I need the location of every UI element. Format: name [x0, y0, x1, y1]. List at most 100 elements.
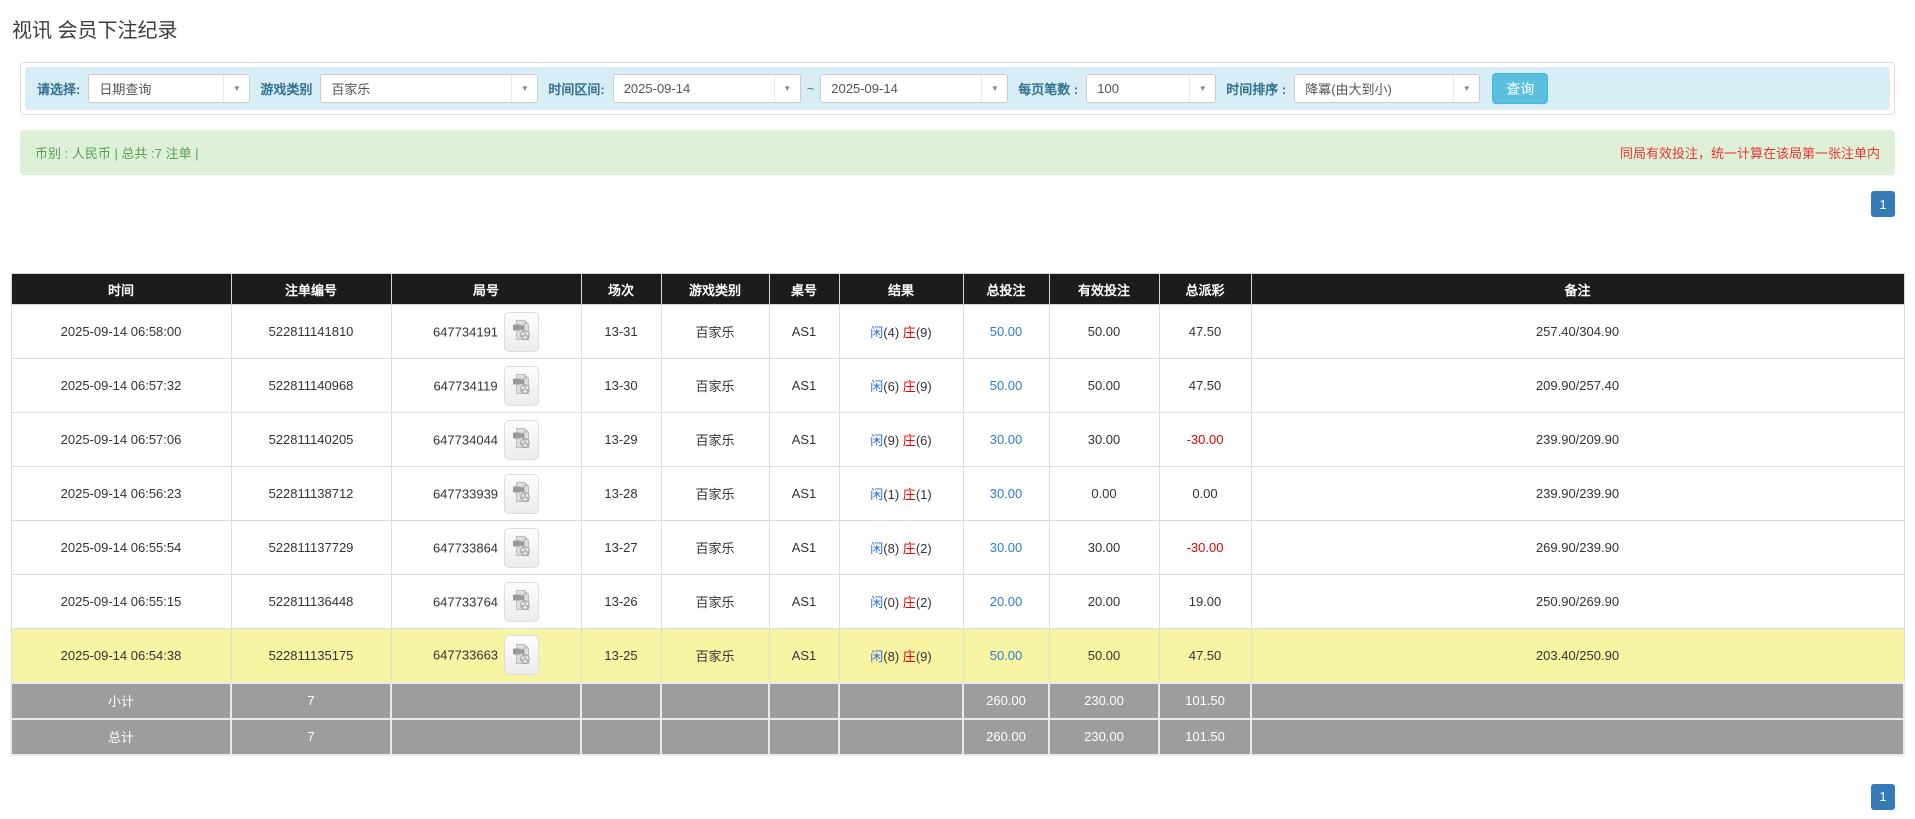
chevron-down-icon[interactable]: ▼: [511, 75, 538, 102]
column-header: 总投注: [962, 273, 1050, 305]
page-size-select[interactable]: 100 ▼: [1086, 74, 1217, 103]
totals-total-bet: 260.00: [962, 681, 1050, 720]
cell-round: 647734191: [390, 304, 582, 359]
cell-game-type: 百家乐: [660, 574, 770, 629]
totals-valid-bet: 230.00: [1048, 717, 1160, 756]
bet-records-table: 时间 注单编号 局号 场次 游戏类别 桌号 结果 总投注 有效投注 总派彩 备注 2025-09-1…: [10, 273, 1905, 756]
payout-value: 47.50: [1188, 647, 1222, 663]
totals-payout: 101.50: [1158, 681, 1252, 720]
totals-result: [838, 681, 964, 720]
totals-round: [390, 717, 582, 756]
video-replay-icon: [512, 319, 531, 344]
video-replay-button[interactable]: [503, 365, 539, 406]
chevron-down-icon[interactable]: ▼: [1453, 75, 1480, 102]
chevron-down-icon[interactable]: ▼: [1189, 75, 1216, 102]
totals-note: [1250, 717, 1905, 756]
search-button[interactable]: 查询: [1492, 73, 1549, 104]
totals-session: [580, 717, 662, 756]
video-replay-button[interactable]: [504, 527, 540, 568]
cell-bet-id: 522811138712: [230, 466, 392, 521]
round-number: 647733663: [432, 647, 499, 663]
total-bet-link[interactable]: 50.00: [990, 378, 1023, 393]
date-to-value: 2025-09-14: [831, 81, 898, 96]
valid-bet-notice-text: 同局有效投注，统一计算在该局第一张注单内: [1619, 146, 1880, 161]
total-bet-link[interactable]: 30.00: [990, 540, 1023, 555]
chevron-down-icon[interactable]: ▼: [773, 75, 800, 102]
cell-valid-bet: 0.00: [1048, 466, 1160, 521]
round-number: 647733764: [432, 594, 499, 609]
total-bet-link[interactable]: 30.00: [990, 486, 1023, 501]
cell-valid-bet: 30.00: [1048, 412, 1160, 467]
cell-game-type: 百家乐: [660, 412, 770, 467]
totals-count: 7: [230, 681, 392, 720]
cell-note: 269.90/239.90: [1250, 520, 1905, 575]
totals-label: 小计: [10, 681, 232, 720]
query-type-select[interactable]: 日期查询 ▼: [88, 74, 251, 103]
cell-result: 闲(4) 庄(9): [838, 304, 964, 359]
cell-game-type: 百家乐: [660, 304, 770, 359]
video-replay-button[interactable]: [504, 419, 540, 460]
cell-payout: 47.50: [1158, 304, 1252, 359]
page-1-button[interactable]: 1: [1871, 191, 1895, 217]
cell-table-number: AS1: [768, 466, 840, 521]
result-banker-label: 庄: [902, 648, 916, 664]
video-replay-button[interactable]: [504, 635, 540, 676]
video-replay-icon: [512, 643, 531, 668]
video-replay-icon: [512, 373, 531, 398]
page-size-value: 100: [1097, 81, 1119, 96]
filter-bar: 请选择: 日期查询 ▼ 游戏类别 百家乐 ▼ 时间区间: 2025-09-14 …: [25, 67, 1890, 110]
total-bet-link[interactable]: 50.00: [990, 648, 1023, 663]
cell-note: 239.90/209.90: [1250, 412, 1905, 467]
cell-time: 2025-09-14 06:56:23: [10, 466, 232, 521]
cell-valid-bet: 20.00: [1048, 574, 1160, 629]
totals-table: [768, 681, 840, 720]
cell-total-bet: 20.00: [962, 574, 1050, 629]
date-to-select[interactable]: 2025-09-14 ▼: [820, 74, 1009, 103]
game-type-select[interactable]: 百家乐 ▼: [320, 74, 539, 103]
chevron-down-icon[interactable]: ▼: [223, 75, 250, 102]
cell-session: 13-25: [580, 628, 662, 683]
chevron-down-icon[interactable]: ▼: [981, 75, 1008, 102]
date-range-label: 时间区间:: [548, 82, 605, 97]
table-row: 2025-09-14 06:58:00 522811141810 647734191…: [10, 304, 1905, 359]
total-bet-link[interactable]: 50.00: [990, 324, 1023, 339]
cell-time: 2025-09-14 06:54:38: [10, 628, 232, 683]
totals-total-bet: 260.00: [962, 717, 1050, 756]
page-1-button[interactable]: 1: [1871, 783, 1895, 810]
cell-game-type: 百家乐: [660, 520, 770, 575]
payout-value: 47.50: [1188, 378, 1222, 393]
video-replay-button[interactable]: [504, 581, 540, 622]
cell-total-bet: 50.00: [962, 358, 1050, 413]
total-bet-link[interactable]: 20.00: [990, 594, 1023, 609]
date-from-value: 2025-09-14: [623, 81, 691, 96]
table-row: 2025-09-14 06:55:15 522811136448 647733764…: [10, 574, 1905, 629]
video-replay-button[interactable]: [504, 473, 540, 514]
cell-time: 2025-09-14 06:58:00: [10, 304, 232, 359]
cell-table-number: AS1: [768, 574, 840, 629]
bet-records-table-wrap: 时间 注单编号 局号 场次 游戏类别 桌号 结果 总投注 有效投注 总派彩 备注 2025-09-1…: [10, 273, 1905, 756]
result-banker-label: 庄: [902, 595, 916, 610]
cell-game-type: 百家乐: [660, 628, 770, 683]
totals-game: [660, 681, 770, 720]
total-bet-link[interactable]: 30.00: [990, 432, 1023, 447]
cell-result: 闲(1) 庄(1): [838, 466, 964, 521]
date-from-select[interactable]: 2025-09-14 ▼: [612, 74, 801, 103]
totals-row: 总计 7 260.00 230.00 101.50: [10, 717, 1905, 756]
sort-order-value: 降冪(由大到小): [1305, 82, 1392, 97]
payout-value: 0.00: [1192, 486, 1218, 501]
sort-order-select[interactable]: 降冪(由大到小) ▼: [1294, 74, 1481, 103]
totals-valid-bet: 230.00: [1048, 681, 1160, 720]
video-replay-button[interactable]: [504, 311, 540, 352]
cell-game-type: 百家乐: [660, 466, 770, 521]
cell-note: 257.40/304.90: [1250, 304, 1905, 359]
page-title: 视讯 会员下注纪录: [12, 20, 178, 42]
cell-time: 2025-09-14 06:55:54: [10, 520, 232, 575]
cell-game-type: 百家乐: [660, 358, 770, 413]
column-header: 有效投注: [1048, 273, 1160, 305]
cell-valid-bet: 50.00: [1048, 628, 1160, 683]
column-header: 时间: [10, 273, 232, 305]
result-banker-label: 庄: [902, 541, 916, 556]
cell-note: 250.90/269.90: [1250, 574, 1905, 629]
result-banker-label: 庄: [902, 487, 916, 502]
cell-total-bet: 50.00: [962, 628, 1050, 683]
